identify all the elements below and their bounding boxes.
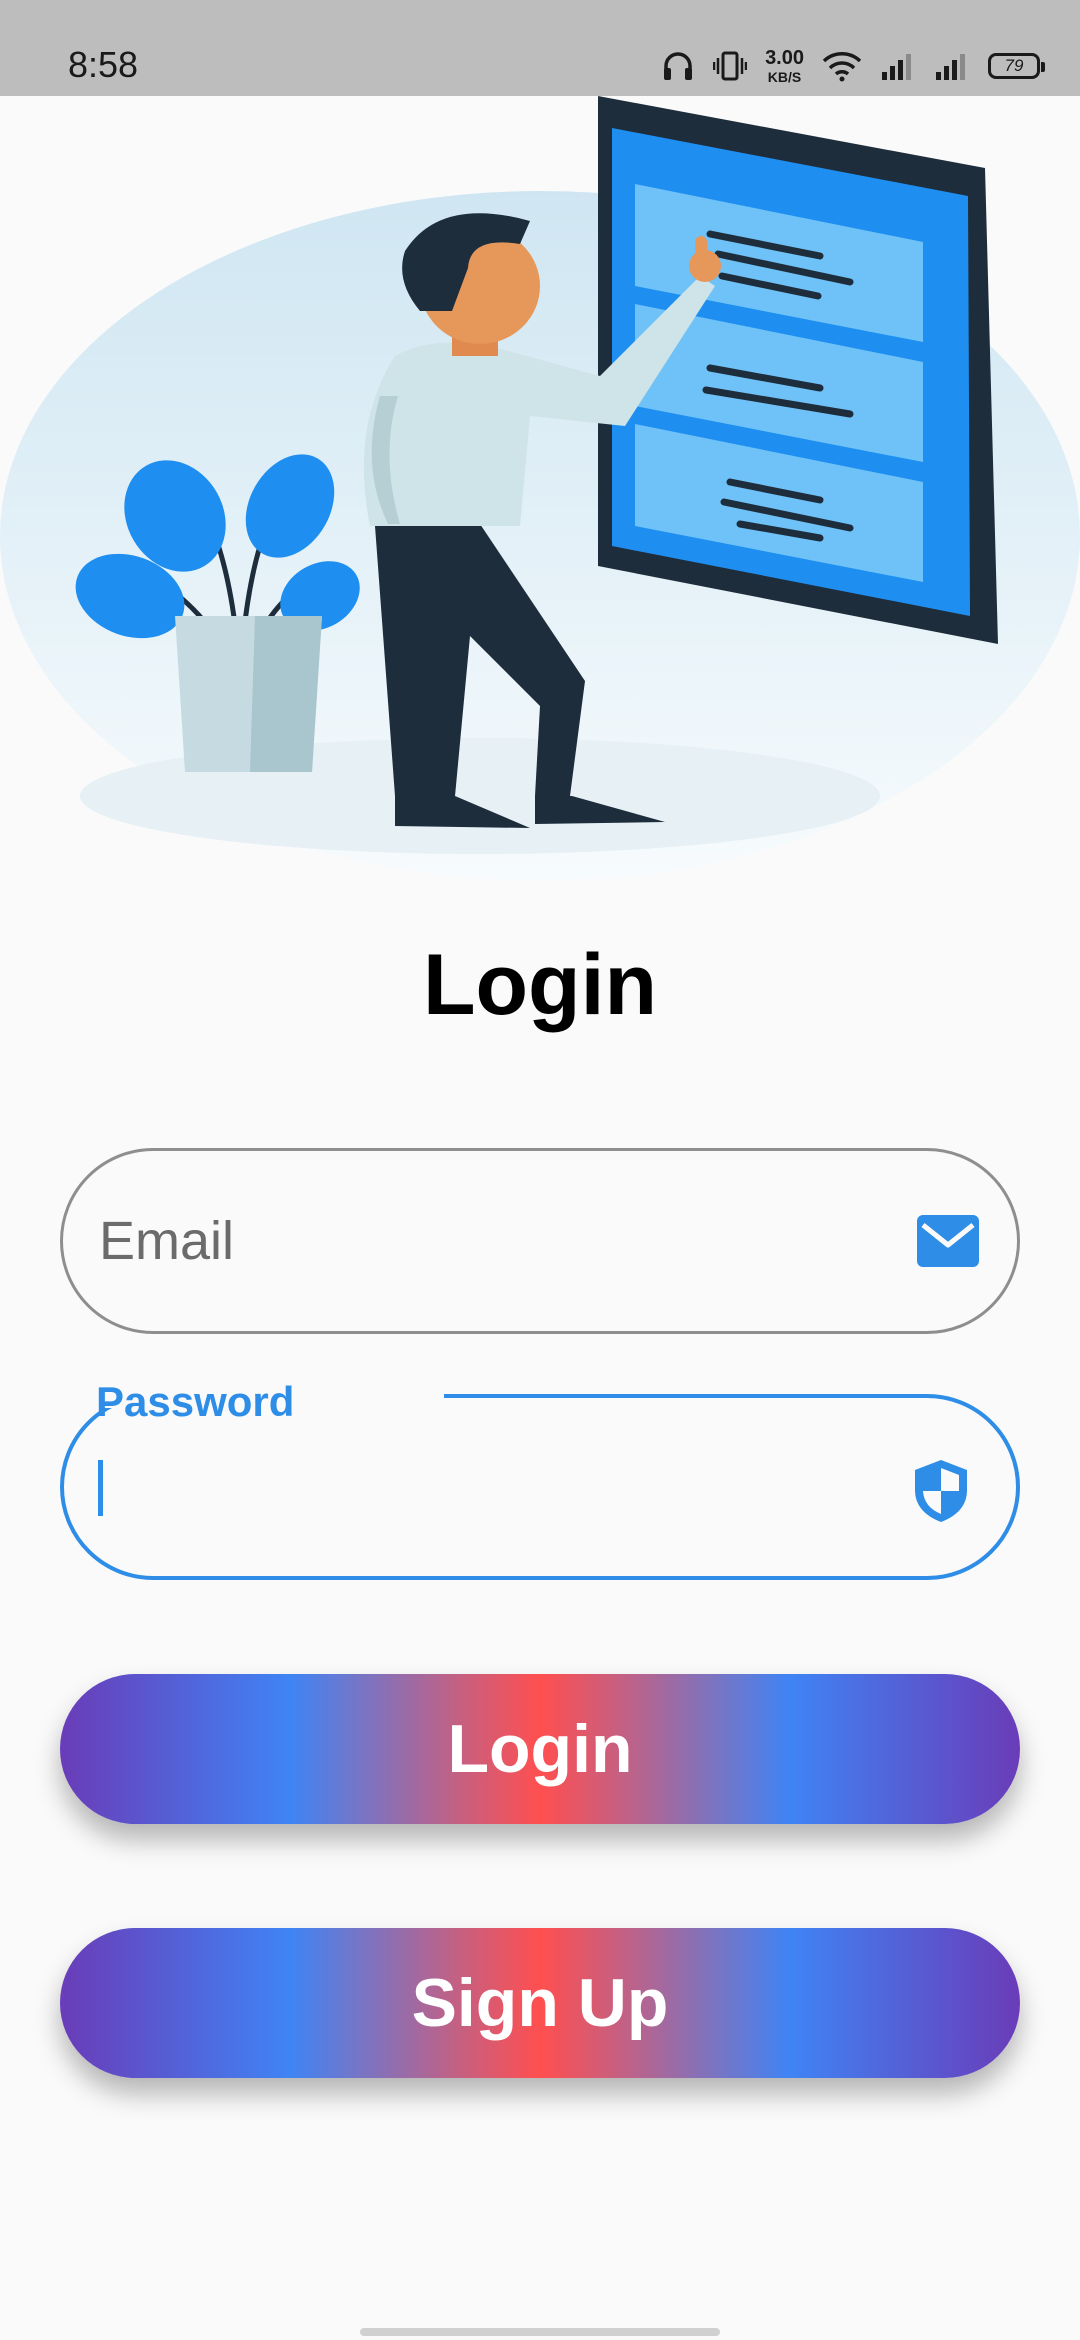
network-speed-value: 3.00 [765,47,804,69]
text-cursor [98,1460,103,1516]
email-field[interactable] [60,1148,1020,1334]
signal-icon [882,54,911,80]
sign-up-button[interactable]: Sign Up [60,1928,1020,2078]
login-illustration [0,96,1080,881]
battery-icon: 79 [988,53,1045,79]
status-time: 8:58 [68,44,139,85]
home-indicator[interactable] [360,2328,720,2336]
signal-icon-2 [936,54,965,80]
status-icons: 3.00 KB/S 79 [661,44,1045,88]
wifi-icon [822,52,862,82]
mail-icon [917,1215,979,1267]
email-input[interactable] [99,1151,899,1331]
password-label: Password [96,1378,295,1425]
network-speed: 3.00 KB/S [765,48,804,84]
network-speed-unit: KB/S [767,69,802,85]
vibrate-icon [713,51,748,81]
login-button[interactable]: Login [60,1674,1020,1824]
shield-icon [915,1460,967,1522]
headphones-icon [664,52,693,80]
battery-level: 79 [1004,56,1024,75]
page-title: Login [422,937,658,1033]
status-bar: 8:58 3.00 KB/S 79 [0,0,1080,96]
